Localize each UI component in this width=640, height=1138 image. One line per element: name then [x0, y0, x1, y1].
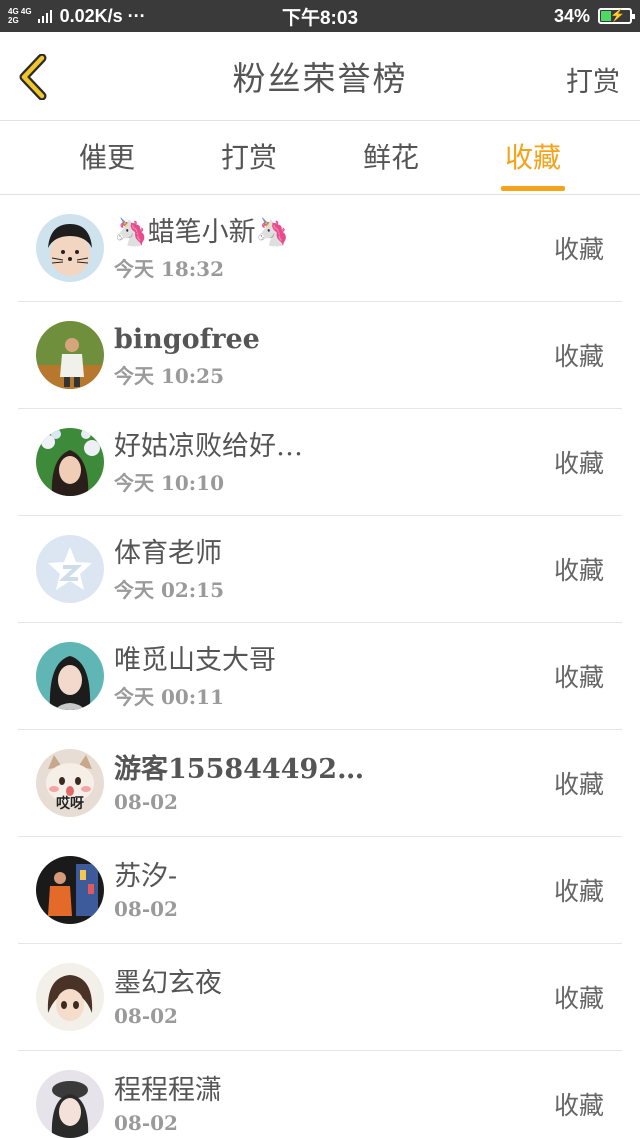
item-info: bingofree 今天 10:25 — [114, 322, 554, 389]
item-time: 今天 02:15 — [114, 577, 225, 602]
battery-icon: ⚡ — [598, 8, 635, 24]
tab-favorites[interactable]: 收藏 — [462, 121, 604, 195]
girl-flowers-avatar[interactable] — [36, 428, 104, 496]
list-item[interactable]: bingofree 今天 10:25 收藏 — [18, 302, 622, 409]
tab-bar: 催更 打赏 鲜花 收藏 — [0, 121, 640, 195]
tab-flowers[interactable]: 鲜花 — [320, 121, 462, 195]
item-time: 08-02 — [114, 897, 178, 921]
item-info: 苏汐- 08-02 — [114, 859, 554, 921]
favorite-label: 收藏 — [553, 663, 604, 692]
favorite-label: 收藏 — [553, 984, 604, 1013]
user-name: 体育老师 — [114, 537, 222, 569]
item-time: 今天 18:32 — [114, 256, 225, 281]
list-item[interactable]: 好姑凉败给好… 今天 10:10 收藏 — [18, 409, 622, 516]
favorite-label: 收藏 — [553, 449, 604, 478]
page-title: 粉丝荣誉榜 — [232, 59, 408, 98]
item-time: 今天 10:10 — [114, 470, 225, 495]
list-item[interactable]: 🦄蜡笔小新🦄 今天 18:32 收藏 — [18, 195, 622, 302]
list-item[interactable]: 苏汐- 08-02 收藏 — [18, 837, 622, 944]
battery-percent: 34% — [553, 5, 590, 26]
anime-girl-avatar[interactable] — [36, 963, 104, 1031]
back-button[interactable] — [14, 53, 54, 101]
item-info: 好姑凉败给好… 今天 10:10 — [114, 429, 554, 496]
user-name: 好姑凉败给好… — [114, 430, 303, 462]
tab-reward[interactable]: 打赏 — [178, 121, 320, 195]
status-right: 34% ⚡ — [553, 5, 635, 27]
signal-icon — [37, 9, 52, 23]
list-item[interactable]: 哎呀 游客155844492… 08-02 收藏 — [18, 730, 622, 837]
item-info: 程程程潇 08-02 — [114, 1073, 554, 1135]
item-time: 08-02 — [114, 1004, 178, 1028]
girl-portrait-avatar[interactable] — [36, 642, 104, 710]
status-bar: 4G 4G 2G 0.02K/s ··· 下午8:03 34% ⚡ — [0, 0, 640, 32]
favorite-label: 收藏 — [553, 877, 604, 906]
favorite-label: 收藏 — [553, 342, 604, 371]
item-info: 🦄蜡笔小新🦄 今天 18:32 — [114, 215, 554, 282]
item-time: 今天 10:25 — [114, 363, 225, 388]
item-info: 体育老师 今天 02:15 — [114, 536, 554, 603]
status-left: 4G 4G 2G 0.02K/s ··· — [8, 6, 146, 27]
network-type: 4G 4G 2G — [8, 7, 32, 25]
item-info: 唯觅山支大哥 今天 00:11 — [114, 643, 554, 710]
user-name: 游客155844492… — [114, 754, 365, 785]
item-info: 游客155844492… 08-02 — [114, 752, 554, 814]
list-item[interactable]: 墨幻玄夜 08-02 收藏 — [18, 944, 622, 1051]
list-item[interactable]: 程程程潇 08-02 收藏 — [18, 1051, 622, 1138]
fan-list: 🦄蜡笔小新🦄 今天 18:32 收藏 bingofree 今天 10:25 收藏 — [18, 195, 622, 1138]
header: 粉丝荣誉榜 打赏 — [0, 32, 640, 121]
street-scene-avatar[interactable] — [36, 856, 104, 924]
network-type-top: 4G 4G — [8, 7, 32, 16]
boy-cat-whiskers-avatar[interactable] — [36, 214, 104, 282]
network-speed: 0.02K/s ··· — [59, 5, 146, 26]
user-name: 程程程潇 — [114, 1075, 222, 1106]
qzone-star-avatar[interactable] — [36, 535, 104, 603]
user-name: 🦄蜡笔小新🦄 — [114, 216, 290, 248]
girl-hat-avatar[interactable] — [36, 1070, 104, 1138]
avatar-caption: 哎呀 — [56, 796, 84, 812]
list-item[interactable]: 体育老师 今天 02:15 收藏 — [18, 516, 622, 623]
user-name: 苏汐- — [114, 861, 178, 892]
chevron-left-icon — [19, 53, 47, 101]
network-type-bottom: 2G — [8, 16, 19, 25]
item-info: 墨幻玄夜 08-02 — [114, 966, 554, 1028]
item-time: 08-02 — [114, 790, 178, 814]
favorite-label: 收藏 — [553, 556, 604, 585]
favorite-label: 收藏 — [553, 770, 604, 799]
user-name: bingofree — [114, 323, 260, 355]
user-name: 唯觅山支大哥 — [114, 644, 276, 676]
favorite-label: 收藏 — [553, 1091, 604, 1120]
clock: 下午8:03 — [281, 7, 359, 29]
cat-avatar[interactable]: 哎呀 — [36, 749, 104, 817]
item-time: 今天 00:11 — [114, 684, 225, 709]
man-outdoors-avatar[interactable] — [36, 321, 104, 389]
tab-urge[interactable]: 催更 — [36, 121, 178, 195]
reward-button[interactable]: 打赏 — [566, 60, 620, 99]
list-item[interactable]: 唯觅山支大哥 今天 00:11 收藏 — [18, 623, 622, 730]
favorite-label: 收藏 — [553, 235, 604, 264]
item-time: 08-02 — [114, 1111, 178, 1135]
user-name: 墨幻玄夜 — [114, 968, 222, 999]
